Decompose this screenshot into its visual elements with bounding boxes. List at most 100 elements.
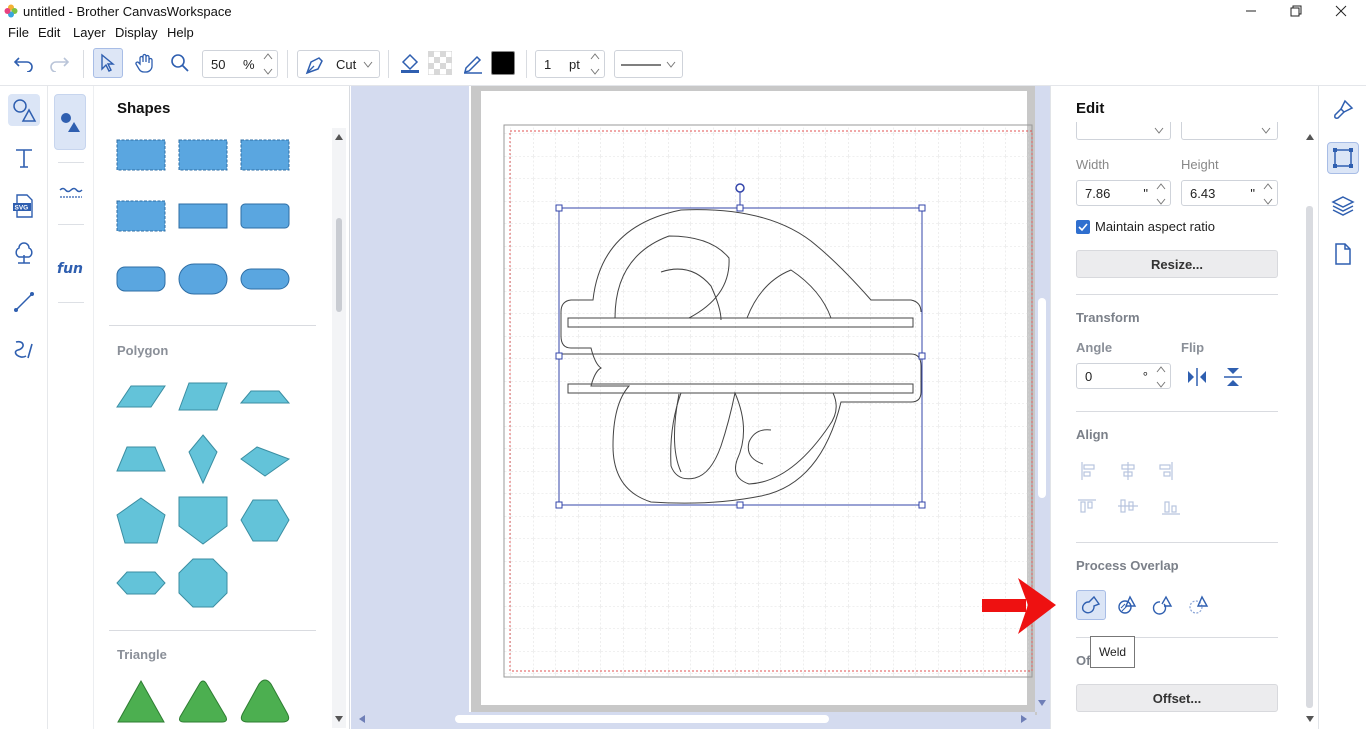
- close-button[interactable]: [1318, 0, 1364, 22]
- flip-vertical-button[interactable]: [1218, 362, 1248, 392]
- shape-stamp-rect-3[interactable]: [240, 139, 290, 171]
- shape-parallelogram-1[interactable]: [116, 385, 166, 408]
- angle-spinner[interactable]: [1154, 365, 1168, 389]
- freehand-tool-button[interactable]: [8, 334, 40, 366]
- menu-edit[interactable]: Edit: [38, 25, 60, 40]
- shapes-scrollbar[interactable]: [332, 128, 346, 728]
- minimize-button[interactable]: [1228, 0, 1274, 22]
- shape-trapezoid[interactable]: [116, 446, 166, 472]
- menu-bar: File Edit Layer Display Help: [0, 22, 1366, 42]
- shape-kite-vertical[interactable]: [188, 434, 218, 485]
- canvas-area[interactable]: [351, 86, 1050, 729]
- edit-panel-scrollbar[interactable]: [1304, 128, 1316, 728]
- subtract-overlap-button[interactable]: [1148, 590, 1178, 620]
- canvas-horizontal-scrollbar[interactable]: [351, 712, 1035, 729]
- align-center-v-icon[interactable]: [1118, 499, 1138, 513]
- shape-hexagon[interactable]: [240, 499, 290, 542]
- divider: [1076, 411, 1278, 412]
- position-y-input[interactable]: [1181, 122, 1278, 140]
- line-color-button[interactable]: [460, 48, 486, 78]
- scroll-thumb[interactable]: [336, 218, 342, 312]
- rotate-handle[interactable]: [735, 183, 745, 193]
- shape-rounded-rect-small[interactable]: [240, 203, 290, 229]
- resize-handle[interactable]: [736, 204, 744, 212]
- line-color-swatch[interactable]: [489, 48, 517, 78]
- cut-mode-select[interactable]: Cut: [297, 50, 380, 78]
- align-top-icon[interactable]: [1078, 499, 1096, 513]
- shape-trapezoid-flat[interactable]: [239, 390, 291, 404]
- fill-color-button[interactable]: [396, 48, 424, 78]
- width-input[interactable]: 7.86 ": [1076, 180, 1171, 206]
- text-tool-button[interactable]: [8, 142, 40, 174]
- width-spinner[interactable]: [1154, 182, 1168, 206]
- style-panel-button[interactable]: [1327, 94, 1359, 126]
- image-trace-button[interactable]: [8, 238, 40, 270]
- resize-button[interactable]: Resize...: [1076, 250, 1278, 278]
- shape-triangle-round[interactable]: [240, 679, 290, 723]
- basic-shapes-category[interactable]: [54, 94, 86, 150]
- resize-handle[interactable]: [736, 501, 744, 509]
- fill-swatch[interactable]: [427, 48, 453, 78]
- restore-button[interactable]: [1273, 0, 1319, 22]
- align-center-h-icon[interactable]: [1121, 462, 1135, 480]
- shape-hexagon-flat[interactable]: [116, 571, 166, 595]
- undo-button[interactable]: [10, 48, 38, 78]
- zoom-level-input[interactable]: 50 %: [202, 50, 278, 78]
- scroll-thumb[interactable]: [1306, 206, 1313, 708]
- shapes-tool-button[interactable]: [8, 94, 40, 126]
- shape-stadium-large[interactable]: [178, 263, 228, 295]
- intersect-overlap-button[interactable]: [1184, 590, 1214, 620]
- svg-import-button[interactable]: SVG: [8, 190, 40, 222]
- design-canvas[interactable]: [351, 86, 1050, 729]
- line-style-select[interactable]: [614, 50, 683, 78]
- project-panel-button[interactable]: [1327, 238, 1359, 270]
- align-left-icon[interactable]: [1081, 462, 1095, 480]
- shape-stamp-rect-4[interactable]: [116, 200, 166, 232]
- line-tool-button[interactable]: [8, 286, 40, 318]
- flip-horizontal-button[interactable]: [1182, 362, 1212, 392]
- shape-pentagon[interactable]: [116, 497, 166, 544]
- zoom-spinner[interactable]: [261, 52, 275, 76]
- resize-handle[interactable]: [555, 352, 563, 360]
- resize-handle[interactable]: [918, 352, 926, 360]
- fun-shapes-category[interactable]: fun: [54, 256, 88, 280]
- shape-stamp-rect-2[interactable]: [178, 139, 228, 171]
- layers-panel-button[interactable]: [1327, 190, 1359, 222]
- menu-display[interactable]: Display: [115, 25, 158, 40]
- menu-layer[interactable]: Layer: [73, 25, 106, 40]
- shape-triangle-soft[interactable]: [179, 680, 227, 723]
- weld-button[interactable]: [1076, 590, 1106, 620]
- height-input[interactable]: 6.43 ": [1181, 180, 1278, 206]
- offset-button[interactable]: Offset...: [1076, 684, 1278, 712]
- resize-handle[interactable]: [555, 501, 563, 509]
- line-width-input[interactable]: 1 pt: [535, 50, 605, 78]
- pan-tool-button[interactable]: [131, 48, 159, 78]
- border-shapes-category[interactable]: [56, 182, 86, 206]
- select-tool-button[interactable]: [93, 48, 123, 78]
- align-right-icon[interactable]: [1159, 462, 1173, 480]
- shape-rectangle[interactable]: [178, 203, 228, 229]
- menu-help[interactable]: Help: [167, 25, 194, 40]
- edit-panel-button[interactable]: [1327, 142, 1359, 174]
- resize-handle[interactable]: [918, 204, 926, 212]
- group-overlap-button[interactable]: [1112, 590, 1142, 620]
- shape-triangle-sharp[interactable]: [117, 679, 165, 723]
- shape-rounded-rect[interactable]: [116, 266, 166, 292]
- zoom-tool-button[interactable]: [166, 48, 194, 78]
- height-spinner[interactable]: [1261, 182, 1275, 206]
- shape-pentagon-inverted[interactable]: [178, 496, 228, 545]
- redo-button[interactable]: [45, 48, 73, 78]
- position-x-input[interactable]: [1076, 122, 1171, 140]
- resize-handle[interactable]: [918, 501, 926, 509]
- shape-parallelogram-2[interactable]: [178, 382, 228, 411]
- resize-handle[interactable]: [555, 204, 563, 212]
- shape-stamp-rect-1[interactable]: [116, 139, 166, 171]
- angle-input[interactable]: 0 °: [1076, 363, 1171, 389]
- shape-octagon[interactable]: [178, 558, 228, 608]
- maintain-aspect-checkbox[interactable]: [1076, 220, 1090, 234]
- shape-kite[interactable]: [240, 446, 291, 477]
- line-width-spinner[interactable]: [588, 52, 602, 76]
- menu-file[interactable]: File: [8, 25, 29, 40]
- align-bottom-icon[interactable]: [1162, 501, 1180, 515]
- shape-stadium[interactable]: [240, 268, 290, 290]
